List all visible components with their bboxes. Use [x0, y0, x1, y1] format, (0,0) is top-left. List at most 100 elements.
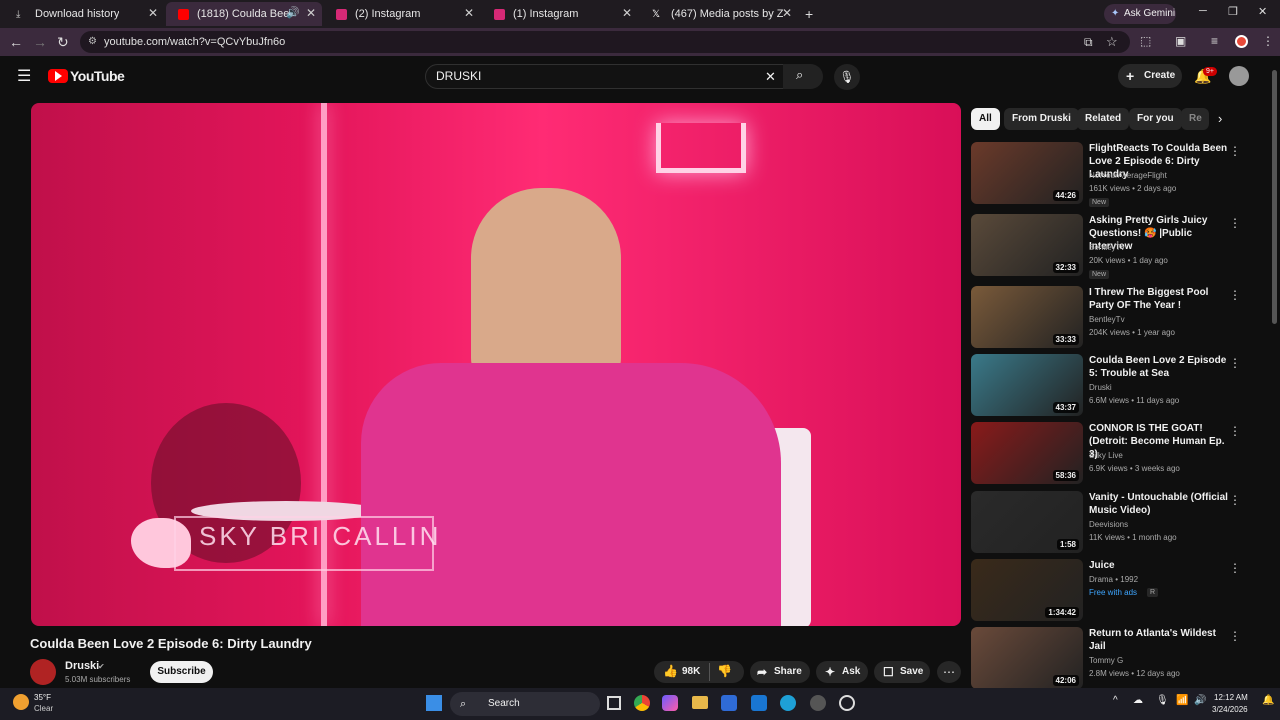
recommendation-item[interactable]: 33:33 I Threw The Biggest Pool Party OF T… [971, 286, 1241, 350]
voice-search-button[interactable]: 🎙 [834, 64, 860, 90]
channel-name[interactable]: Drama • 1992 [1089, 575, 1138, 584]
channel-name[interactable]: Tommy G [1089, 656, 1123, 665]
forward-icon[interactable]: → [33, 34, 47, 50]
search-input[interactable]: DRUSKI ✕ [425, 64, 785, 89]
more-menu-icon[interactable]: ⋮ [1262, 34, 1274, 48]
microphone-tray-icon[interactable]: 🎙 [1156, 695, 1169, 706]
account-avatar[interactable] [1229, 66, 1249, 86]
recommendation-item[interactable]: 43:37 Coulda Been Love 2 Episode 5: Troub… [971, 354, 1241, 418]
store-icon[interactable] [721, 695, 737, 711]
media-player-icon[interactable] [839, 695, 855, 711]
url-field[interactable]: ⚙ youtube.com/watch?v=QCvYbuJfn6o [80, 31, 1130, 53]
video-thumbnail[interactable]: 1:58 [971, 491, 1083, 553]
chip-recently[interactable]: Re [1181, 108, 1209, 130]
recommendation-item[interactable]: 44:26 FlightReacts To Coulda Been Love 2 … [971, 142, 1241, 207]
close-icon[interactable]: ✕ [148, 6, 158, 20]
chip-for-you[interactable]: For you [1129, 108, 1182, 130]
close-icon[interactable]: ✕ [622, 6, 632, 20]
tab-x-media[interactable]: 𝕏 (467) Media posts by ZOËNOEL ✕ [640, 2, 798, 26]
volume-icon[interactable]: 🔊 [1194, 695, 1206, 706]
video-title[interactable]: I Threw The Biggest Pool Party OF The Ye… [1089, 286, 1229, 312]
restore-icon[interactable]: ❐ [1228, 5, 1238, 18]
dislike-icon[interactable]: 👎 [717, 664, 732, 678]
close-icon[interactable]: ✕ [306, 6, 316, 20]
more-actions-button[interactable]: ⋯ [937, 661, 961, 683]
app-icon[interactable] [810, 695, 826, 711]
save-button[interactable]: ☐ Save [874, 661, 930, 683]
back-icon[interactable]: ← [9, 34, 23, 50]
minimize-icon[interactable]: ─ [1199, 5, 1207, 17]
channel-avatar[interactable] [30, 659, 56, 685]
edge-icon[interactable] [780, 695, 796, 711]
search-button[interactable]: ⌕ [783, 64, 823, 89]
more-vertical-icon[interactable]: ⋮ [1229, 424, 1241, 438]
site-info-icon[interactable]: ⚙ [88, 31, 97, 53]
video-player[interactable]: SKY BRI CALLIN [31, 103, 961, 626]
window-close-icon[interactable]: ✕ [1258, 5, 1267, 18]
taskbar-search[interactable]: ⌕ Search [450, 692, 600, 716]
video-title[interactable]: Return to Atlanta's Wildest Jail [1089, 627, 1229, 653]
sidebar-icon[interactable]: ▣ [1175, 34, 1186, 48]
more-vertical-icon[interactable]: ⋮ [1229, 144, 1241, 158]
more-vertical-icon[interactable]: ⋮ [1229, 216, 1241, 230]
wifi-icon[interactable]: 📶 [1176, 695, 1188, 706]
extensions-icon[interactable]: ⬚ [1140, 34, 1151, 48]
more-vertical-icon[interactable]: ⋮ [1229, 493, 1241, 507]
mail-icon[interactable] [751, 695, 767, 711]
weather-condition[interactable]: Clear [34, 704, 53, 713]
menu-icon[interactable]: ☰ [17, 66, 31, 86]
video-thumbnail[interactable]: 58:36 [971, 422, 1083, 484]
youtube-logo-icon[interactable] [48, 69, 68, 83]
create-button[interactable]: + Create [1118, 64, 1182, 88]
chip-related[interactable]: Related [1077, 108, 1130, 130]
channel-name[interactable]: NotYourAverageFlight [1089, 171, 1167, 180]
video-title[interactable]: Coulda Been Love 2 Episode 5: Trouble at… [1089, 354, 1229, 380]
chevron-right-icon[interactable]: › [1218, 111, 1222, 126]
recommendation-item[interactable]: 1:58 Vanity - Untouchable (Official Music… [971, 491, 1241, 555]
video-thumbnail[interactable]: 43:37 [971, 354, 1083, 416]
profile-avatar[interactable] [1235, 35, 1248, 48]
file-explorer-icon[interactable] [692, 696, 708, 709]
cast-icon[interactable]: ⧉ [1084, 35, 1093, 50]
new-tab-icon[interactable]: + [805, 6, 813, 22]
more-vertical-icon[interactable]: ⋮ [1229, 356, 1241, 370]
more-vertical-icon[interactable]: ⋮ [1229, 629, 1241, 643]
video-thumbnail[interactable]: 44:26 [971, 142, 1083, 204]
video-thumbnail[interactable]: 33:33 [971, 286, 1083, 348]
video-title[interactable]: Juice [1089, 559, 1229, 572]
start-windows-icon[interactable] [426, 695, 442, 711]
weather-icon[interactable] [13, 694, 29, 710]
channel-name[interactable]: Deevisions [1089, 520, 1128, 529]
copilot-icon[interactable] [662, 695, 678, 711]
ask-button[interactable]: ✦ Ask [816, 661, 868, 683]
video-thumbnail[interactable]: 1:34:42 [971, 559, 1083, 621]
tab-instagram-1[interactable]: (1) Instagram ✕ [482, 2, 638, 26]
share-button[interactable]: ➦ Share [750, 661, 810, 683]
recommendation-item[interactable]: 42:06 Return to Atlanta's Wildest Jail Tom… [971, 627, 1241, 691]
bookmark-star-icon[interactable]: ☆ [1106, 34, 1118, 50]
channel-name[interactable]: BentleyTv [1089, 243, 1125, 252]
more-vertical-icon[interactable]: ⋮ [1229, 288, 1241, 302]
chip-from-druski[interactable]: From Druski [1004, 108, 1079, 130]
video-title[interactable]: Vanity - Untouchable (Official Music Vid… [1089, 491, 1229, 517]
task-view-icon[interactable] [607, 696, 621, 710]
clear-search-icon[interactable]: ✕ [765, 65, 776, 88]
scrollbar-thumb[interactable] [1272, 70, 1277, 324]
channel-name[interactable]: Silky Live [1089, 451, 1123, 460]
onedrive-icon[interactable]: ☁ [1133, 695, 1143, 706]
channel-name[interactable]: BentleyTv [1089, 315, 1125, 324]
like-icon[interactable]: 👍 [663, 664, 678, 678]
tab-youtube[interactable]: (1818) Coulda Been Love 2 🔊 ✕ [166, 2, 322, 26]
video-thumbnail[interactable]: 32:33 [971, 214, 1083, 276]
speaker-icon[interactable]: 🔊 [286, 6, 300, 19]
notification-center-icon[interactable]: 🔔 [1262, 695, 1274, 706]
temperature[interactable]: 35°F [34, 693, 51, 702]
recommendation-item[interactable]: 32:33 Asking Pretty Girls Juicy Questions… [971, 214, 1241, 279]
channel-name[interactable]: Druski [1089, 383, 1112, 392]
tab-download-history[interactable]: ⤓ Download history ✕ [4, 2, 164, 26]
ask-gemini-button[interactable]: ✦ Ask Gemini [1104, 4, 1176, 24]
chip-all[interactable]: All [971, 108, 1000, 130]
tray-chevron-up-icon[interactable]: ^ [1113, 695, 1118, 706]
channel-name[interactable]: Druski [65, 660, 99, 672]
close-icon[interactable]: ✕ [782, 6, 792, 20]
